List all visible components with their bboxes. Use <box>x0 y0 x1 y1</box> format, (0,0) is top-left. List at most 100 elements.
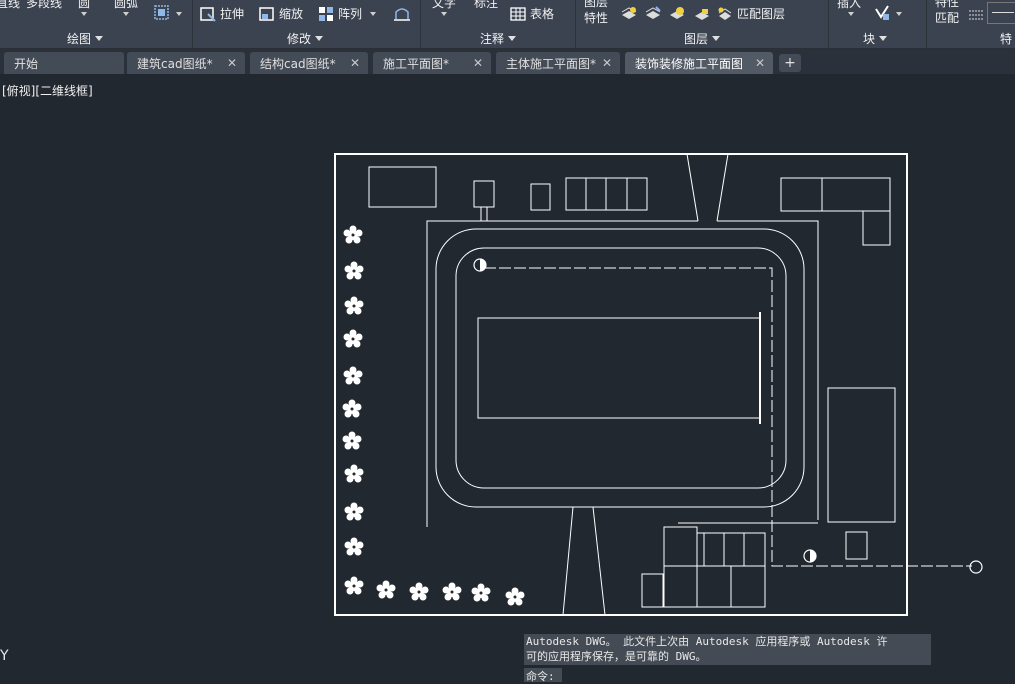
properties-panel-label[interactable]: 特 <box>1000 30 1012 47</box>
layer-lock-icon[interactable] <box>693 5 711 25</box>
text-dropdown-icon[interactable] <box>441 12 447 16</box>
tab-structure-drawing[interactable]: 结构cad图纸* ✕ <box>250 52 368 74</box>
close-icon[interactable]: ✕ <box>602 56 612 70</box>
layers-panel-label[interactable]: 图层 <box>684 30 721 47</box>
ring-road-outer <box>435 228 805 508</box>
storage-block <box>565 177 648 211</box>
ucs-y-axis-label: Y <box>0 648 9 664</box>
layer-isolate-icon[interactable] <box>644 5 662 25</box>
tree-icon <box>344 537 364 556</box>
insert-dropdown-icon[interactable] <box>848 12 854 16</box>
ring-road-inner <box>455 247 787 489</box>
table-button[interactable]: 表格 <box>510 5 554 22</box>
document-tab-bar: 开始 建筑cad图纸* ✕ 结构cad图纸* ✕ 施工平面图* ✕ 主体施工平面图* ✕… <box>0 49 1015 74</box>
dimension-button[interactable]: 标注 <box>474 0 498 11</box>
line-button[interactable]: 直线 <box>0 0 20 11</box>
warehouse <box>827 387 896 523</box>
insert-block-button[interactable]: 插入 <box>837 0 861 11</box>
panel-divider <box>420 0 421 48</box>
table-icon <box>510 6 526 21</box>
tree-icon <box>343 329 363 348</box>
tree-icon <box>342 399 362 418</box>
array-dropdown-icon[interactable] <box>370 11 377 16</box>
close-icon[interactable]: ✕ <box>350 56 360 70</box>
panel-divider <box>926 0 927 48</box>
linetype-icon <box>968 6 984 25</box>
circle-button[interactable]: 圆 <box>78 0 90 11</box>
block-panel-label[interactable]: 块 <box>863 30 888 47</box>
small-room <box>530 183 551 211</box>
close-icon[interactable]: ✕ <box>755 56 765 70</box>
match-properties-button[interactable]: 特性匹配 <box>935 0 963 26</box>
small-room <box>845 531 868 560</box>
modify-panel-label[interactable]: 修改 <box>287 30 324 47</box>
main-building <box>477 317 761 419</box>
site-boundary <box>334 153 908 616</box>
edit-block-icon[interactable] <box>873 4 891 26</box>
tree-icon <box>342 431 362 450</box>
arc-button[interactable]: 圆弧 <box>114 0 138 11</box>
close-icon[interactable]: ✕ <box>473 56 483 70</box>
tree-icon <box>344 261 364 280</box>
tree-icon <box>344 502 364 521</box>
ribbon: 直线 多段线 圆 圆弧 绘图 拉伸 缩放 阵列 修改 文字 标注 表格 注释 图… <box>0 0 1015 49</box>
region-icon[interactable] <box>153 4 171 26</box>
drawing-canvas[interactable] <box>0 0 1015 680</box>
scale-button[interactable]: 缩放 <box>259 5 303 22</box>
layer-state-icon[interactable] <box>620 5 638 25</box>
tab-main-construction-plan[interactable]: 主体施工平面图* ✕ <box>496 52 620 74</box>
tree-icon <box>344 464 364 483</box>
building-block <box>368 166 437 208</box>
stretch-icon <box>200 6 216 22</box>
tree-icon <box>442 582 462 601</box>
tree-icon <box>409 582 429 601</box>
command-history-line: Autodesk DWG。 此文件上次由 Autodesk 应用程序或 Auto… <box>526 635 888 648</box>
edit-block-dropdown-icon[interactable] <box>896 12 902 16</box>
arc-dropdown-icon[interactable] <box>123 12 129 16</box>
tab-architecture-drawing[interactable]: 建筑cad图纸* ✕ <box>127 52 245 74</box>
layer-freeze-icon[interactable] <box>668 5 686 25</box>
close-icon[interactable]: ✕ <box>227 56 237 70</box>
polyline-button[interactable]: 多段线 <box>26 0 62 11</box>
worker-dorm <box>696 532 766 608</box>
draw-panel-label[interactable]: 绘图 <box>67 30 104 47</box>
small-room <box>641 573 664 608</box>
tree-icon <box>471 583 491 602</box>
hydrant-icon <box>803 549 817 563</box>
tree-icon <box>376 580 396 599</box>
stretch-button[interactable]: 拉伸 <box>200 5 244 22</box>
tab-decoration-construction-plan[interactable]: 装饰装修施工平面图 ✕ <box>625 52 773 74</box>
command-history: Autodesk DWG。 此文件上次由 Autodesk 应用程序或 Auto… <box>524 634 931 665</box>
worker-dorm <box>663 526 698 608</box>
tree-icon <box>505 587 525 606</box>
match-layer-icon <box>718 7 732 20</box>
region-dropdown-icon[interactable] <box>176 12 182 16</box>
tab-start[interactable]: 开始 <box>4 52 124 74</box>
array-button[interactable]: 阵列 <box>318 5 377 22</box>
linetype-dropdown[interactable] <box>987 2 1015 24</box>
new-tab-button[interactable]: + <box>779 54 801 72</box>
viewport-controls[interactable]: [俯视][二维线框] <box>2 82 93 99</box>
gate-post <box>473 180 495 208</box>
layer-properties-button[interactable]: 图层特性 <box>584 0 612 26</box>
small-room <box>862 210 891 246</box>
scale-icon <box>259 6 274 21</box>
tree-icon <box>344 296 364 315</box>
offset-icon[interactable] <box>393 5 411 27</box>
circle-dropdown-icon[interactable] <box>81 12 87 16</box>
annotation-panel-label[interactable]: 注释 <box>480 30 517 47</box>
tree-icon <box>343 225 363 244</box>
office-block <box>780 177 891 212</box>
panel-divider <box>828 0 829 48</box>
water-supply-line <box>484 267 972 567</box>
tree-icon <box>344 576 364 595</box>
hydrant-icon <box>473 258 487 272</box>
match-layer-button[interactable]: 匹配图层 <box>717 5 785 22</box>
tree-symbols <box>342 225 525 606</box>
panel-divider <box>192 0 193 48</box>
panel-divider <box>575 0 576 48</box>
command-history-line: 可的应用程序保存，是可靠的 DWG。 <box>526 650 707 663</box>
array-icon <box>319 6 333 21</box>
tab-construction-plan[interactable]: 施工平面图* ✕ <box>373 52 491 74</box>
text-button[interactable]: 文字 <box>432 0 456 11</box>
